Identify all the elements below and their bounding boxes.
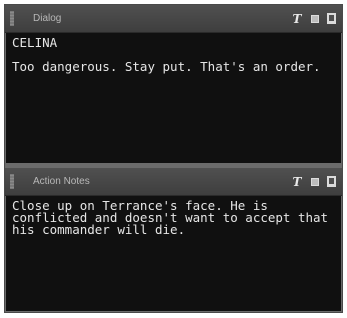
square-icon[interactable] [311,14,319,23]
dialog-text-area[interactable]: CELINA Too dangerous. Stay put. That's a… [6,33,341,163]
speaker-name: CELINA [12,35,58,50]
action-notes-panel: Action Notes T Close up on Terrance's fa… [5,168,342,312]
action-notes-header[interactable]: Action Notes T [5,168,342,196]
dialog-panel-tools: T [291,11,336,26]
dialog-panel-title: Dialog [33,13,62,24]
text-format-icon[interactable]: T [291,175,303,189]
dialog-panel: Dialog T CELINA Too dangerous. Stay put.… [5,5,342,164]
bookmark-icon[interactable] [327,176,336,187]
action-notes-title: Action Notes [33,176,90,187]
text-format-icon[interactable]: T [291,12,303,26]
drag-grip-icon[interactable] [10,174,14,189]
bookmark-icon[interactable] [327,13,336,24]
action-notes-text-area[interactable]: Close up on Terrance's face. He is confl… [6,196,341,311]
dialog-line: Too dangerous. Stay put. That's an order… [12,59,321,74]
action-notes-tools: T [291,174,336,189]
action-notes-text: Close up on Terrance's face. He is confl… [12,198,336,237]
editor-frame: Dialog T CELINA Too dangerous. Stay put.… [4,4,343,313]
drag-grip-icon[interactable] [10,11,14,26]
square-icon[interactable] [311,177,319,186]
dialog-panel-header[interactable]: Dialog T [5,5,342,33]
